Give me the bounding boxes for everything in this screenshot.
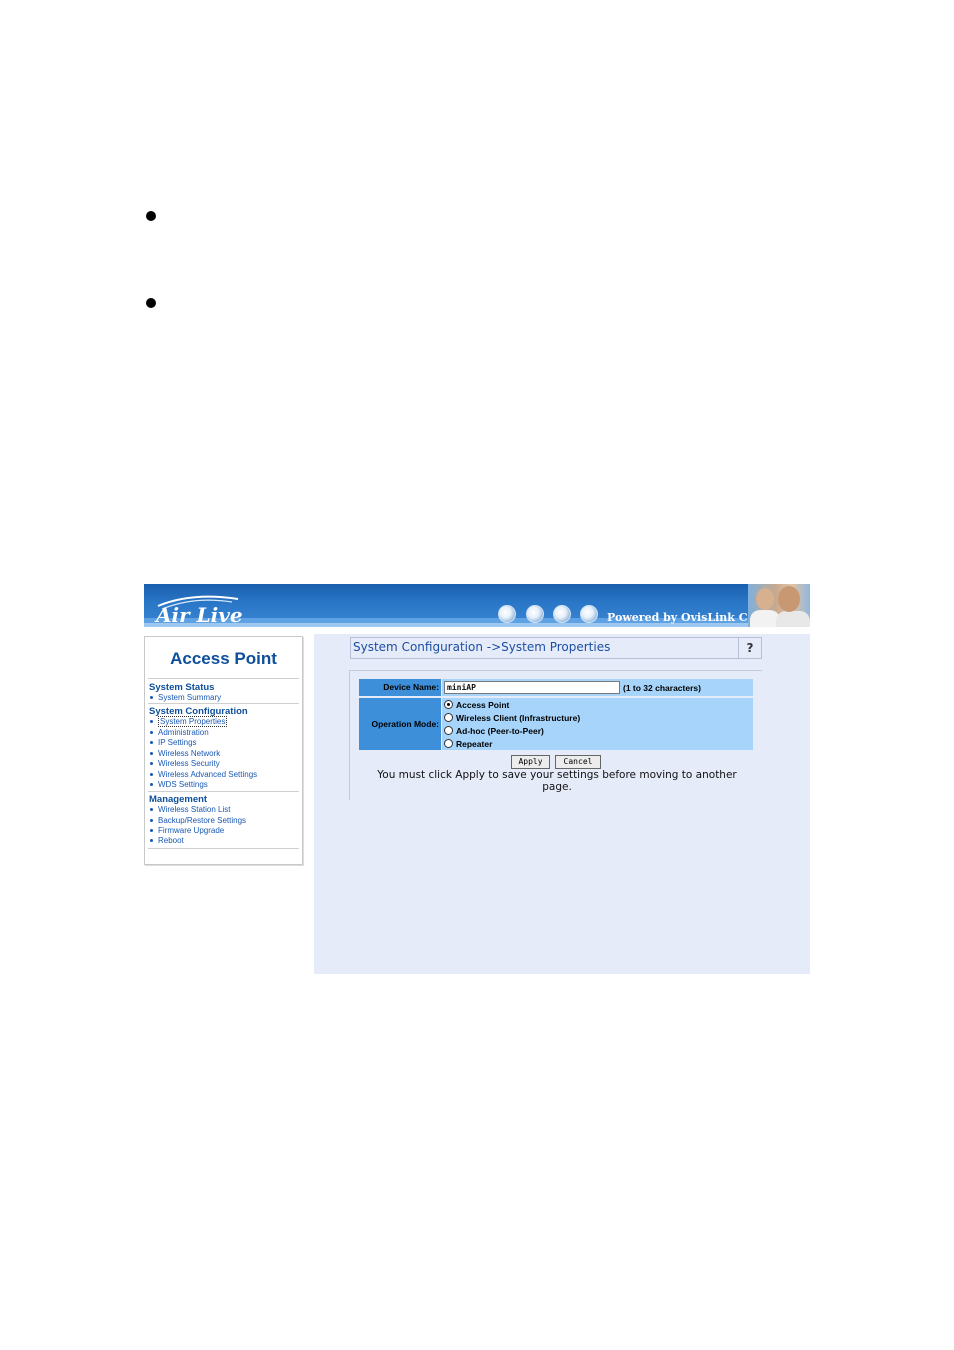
sidebar-item-wds-settings[interactable]: WDS Settings [149,780,208,789]
people-photo [748,584,810,627]
globe-icon [498,605,516,623]
globe-icon [580,605,598,623]
radio-button-selected[interactable] [444,700,453,709]
airlive-logo: Air Live [154,595,243,624]
device-name-label: Device Name: [359,679,441,696]
apply-button[interactable]: Apply [511,755,550,769]
radio-wireless-client[interactable]: Wireless Client (Infrastructure) [444,713,580,723]
radio-button[interactable] [444,739,453,748]
nav-heading-management: Management [149,794,208,805]
sidebar-item-system-summary[interactable]: System Summary [149,693,221,702]
device-name-input[interactable]: miniAP [444,681,620,694]
sidebar-item-wireless-security[interactable]: Wireless Security [149,759,220,768]
bullet-1 [146,211,156,221]
main-content: System Configuration ->System Properties… [314,634,810,974]
nav-heading-system-status: System Status [149,682,215,693]
sidebar-item-wireless-station-list[interactable]: Wireless Station List [149,805,230,814]
operation-mode-cell: Access Point Wireless Client (Infrastruc… [442,698,753,750]
sidebar-item-wireless-advanced-settings[interactable]: Wireless Advanced Settings [149,770,257,779]
sidebar-item-reboot[interactable]: Reboot [149,836,184,845]
globe-icon [553,605,571,623]
radio-repeater[interactable]: Repeater [444,739,492,749]
page-title: System Configuration ->System Properties [353,640,611,654]
globe-icon [526,605,544,623]
cancel-button[interactable]: Cancel [555,755,601,769]
device-name-hint: (1 to 32 characters) [623,683,701,693]
radio-button[interactable] [444,726,453,735]
sidebar-item-wireless-network[interactable]: Wireless Network [149,749,220,758]
sidebar-item-administration[interactable]: Administration [149,728,209,737]
operation-mode-label: Operation Mode: [359,698,441,750]
page-title-bar: System Configuration ->System Properties… [350,637,762,659]
apply-note: You must click Apply to save your settin… [377,769,737,793]
screenshot: Air Live Powered by OvisLink Corp. Acces… [144,584,810,974]
radio-button[interactable] [444,713,453,722]
radio-access-point[interactable]: Access Point [444,700,509,710]
sidebar: Access Point System Status System Summar… [144,636,303,865]
radio-ad-hoc[interactable]: Ad-hoc (Peer-to-Peer) [444,726,544,736]
device-name-cell: miniAP (1 to 32 characters) [442,679,753,696]
sidebar-item-backup-restore[interactable]: Backup/Restore Settings [149,816,246,825]
sidebar-title: Access Point [170,649,277,668]
header-banner: Air Live Powered by OvisLink Corp. [144,584,810,627]
sidebar-item-ip-settings[interactable]: IP Settings [149,738,197,747]
bullet-2 [146,298,156,308]
help-button[interactable]: ? [738,638,761,658]
sidebar-item-system-properties[interactable]: System Properties [149,716,228,727]
sidebar-item-firmware-upgrade[interactable]: Firmware Upgrade [149,826,224,835]
brand-text: Air Live [154,603,243,624]
